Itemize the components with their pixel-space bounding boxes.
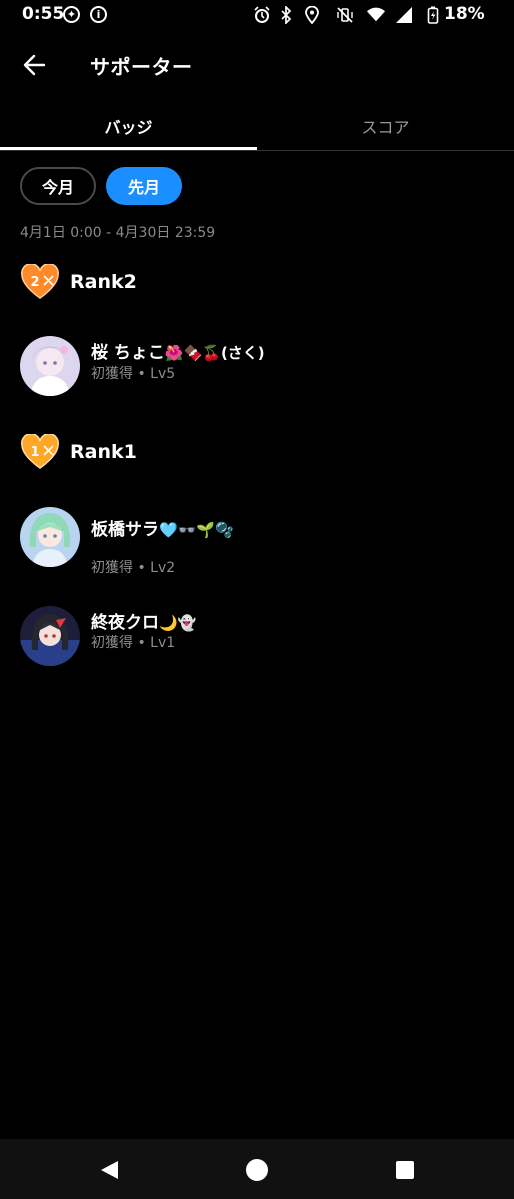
alarm-icon — [253, 6, 271, 24]
rank-label: Rank1 — [70, 441, 137, 463]
date-range: 4月1日 0:00 - 4月30日 23:59 — [20, 225, 216, 241]
supporter-item[interactable]: 板橋サラ🩵👓🌱🫧 初獲得 • Lv2 — [20, 507, 490, 576]
app-header: サポーター — [0, 38, 514, 94]
rank-header-2: 2 Rank2 — [20, 262, 137, 302]
supporter-name-emojis: 🌺🍫🍒(さく) — [164, 344, 265, 362]
vibrate-off-icon — [336, 6, 354, 24]
avatar — [20, 507, 80, 567]
tab-score[interactable]: スコア — [257, 100, 514, 152]
rank-header-1: 1 Rank1 — [20, 432, 137, 472]
rank-badge-number: 1 — [30, 445, 39, 460]
supporter-name: 終夜クロ🌙👻 — [91, 608, 196, 633]
heart-badge-icon: 2 — [20, 263, 60, 300]
page-title: サポーター — [90, 55, 193, 79]
battery-charging-icon — [424, 6, 442, 24]
supporter-name-text: 板橋サラ — [91, 520, 159, 540]
home-circle-icon — [246, 1159, 268, 1181]
avatar — [20, 606, 80, 666]
heart-badge-icon: 1 — [20, 433, 60, 470]
supporter-name: 板橋サラ🩵👓🌱🫧 — [91, 515, 234, 540]
supporter-item[interactable]: 終夜クロ🌙👻 初獲得 • Lv1 — [20, 606, 490, 668]
status-time: 0:55 — [22, 4, 65, 24]
signal-icon — [395, 6, 413, 24]
nav-home-button[interactable] — [242, 1155, 272, 1185]
nav-back-button[interactable] — [94, 1155, 124, 1185]
supporter-subtitle: 初獲得 • Lv2 — [91, 560, 176, 576]
status-bar: 0:55 ✦ i 18% — [0, 0, 514, 28]
wifi-icon — [367, 6, 385, 24]
tab-badge[interactable]: バッジ — [0, 100, 257, 152]
this-month-chip[interactable]: 今月 — [20, 167, 96, 205]
info-icon: i — [90, 6, 107, 23]
supporter-name-text: 終夜クロ — [91, 613, 159, 633]
system-nav-bar — [0, 1139, 514, 1199]
supporter-subtitle: 初獲得 • Lv5 — [91, 366, 176, 382]
supporter-item[interactable]: 桜 ちょこ🌺🍫🍒(さく) 初獲得 • Lv5 — [20, 336, 490, 398]
arrow-left-icon — [23, 54, 46, 76]
supporter-name-emojis: 🩵👓🌱🫧 — [159, 521, 234, 539]
supporter-subtitle: 初獲得 • Lv1 — [91, 635, 176, 651]
rank-label: Rank2 — [70, 271, 137, 293]
tab-bar: バッジ スコア — [0, 100, 514, 152]
location-icon — [303, 6, 321, 24]
back-triangle-icon — [101, 1161, 118, 1179]
nav-recents-button[interactable] — [390, 1155, 420, 1185]
battery-percent: 18% — [444, 4, 485, 24]
bluetooth-icon — [277, 6, 295, 24]
game-controller-icon: ✦ — [63, 6, 80, 23]
supporter-name-text: 桜 ちょこ — [91, 343, 165, 363]
back-button[interactable] — [18, 50, 52, 80]
tab-divider — [0, 150, 514, 151]
recents-square-icon — [396, 1161, 414, 1179]
supporter-name-emojis: 🌙👻 — [159, 614, 197, 632]
rank-badge-number: 2 — [30, 275, 39, 290]
last-month-chip[interactable]: 先月 — [106, 167, 182, 205]
supporter-name: 桜 ちょこ🌺🍫🍒(さく) — [91, 338, 265, 363]
avatar — [20, 336, 80, 396]
